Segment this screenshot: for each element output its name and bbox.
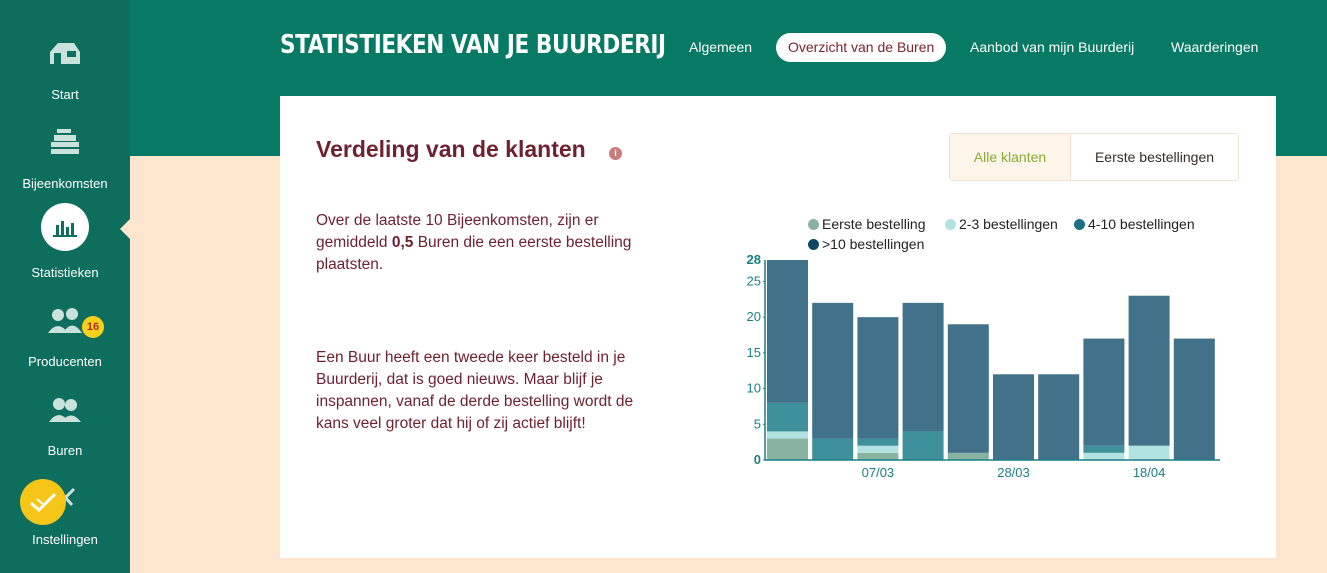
bar-chart-icon — [41, 203, 89, 251]
tab-waarderingen[interactable]: Waarderingen — [1159, 33, 1270, 62]
producers-icon — [41, 296, 89, 344]
bar-segment — [767, 431, 808, 439]
bar-segment — [1173, 338, 1215, 460]
bar-segment — [993, 374, 1034, 460]
toggle-eerste-bestellingen[interactable]: Eerste bestellingen — [1071, 134, 1238, 180]
tab-overzicht-van-de-buren[interactable]: Overzicht van de Buren — [776, 33, 947, 62]
legend-swatch — [1074, 218, 1085, 230]
sidebar-item-label: Start — [51, 87, 79, 102]
y-tick-label: 20 — [747, 309, 761, 324]
y-tick-label: 15 — [747, 345, 761, 360]
bar-segment — [857, 317, 899, 439]
legend-item: 4-10 bestellingen — [1074, 216, 1195, 232]
bar-segment — [947, 452, 989, 460]
bar-segment — [902, 431, 944, 460]
sidebar-item-label: Buren — [47, 443, 83, 458]
bar-segment — [1128, 445, 1170, 460]
bar-segment — [857, 438, 899, 446]
legend-label: 2-3 bestellingen — [959, 216, 1058, 232]
sidebar-item-label: Producenten — [28, 354, 102, 369]
neighbours-icon — [41, 385, 89, 433]
farm-icon — [41, 29, 89, 77]
content-card: Verdeling van de klanten i Alle klanten … — [280, 96, 1276, 558]
bar-segment — [947, 324, 989, 453]
section-title: Verdeling van de klanten — [316, 136, 586, 162]
x-tick-label: 18/04 — [1133, 465, 1166, 480]
x-tick-label: 07/03 — [862, 465, 895, 480]
advice-text: Een Buur heeft een tweede keer besteld i… — [316, 349, 634, 432]
bar-segment — [1128, 295, 1170, 446]
customer-distribution-chart: 07/03 28/03 18/04 0 5 10 15 20 25 28 — [747, 252, 1220, 480]
sidebar-item-producenten[interactable]: Producenten — [0, 284, 130, 373]
toggle-alle-klanten[interactable]: Alle klanten — [950, 134, 1071, 180]
bar-segment — [857, 445, 899, 453]
y-max-label: 28 — [747, 252, 761, 267]
tab-algemeen[interactable]: Algemeen — [677, 33, 764, 62]
bar-segment — [812, 302, 854, 439]
summary-highlight: 0,5 — [391, 234, 414, 251]
y-tick-label: 10 — [747, 381, 761, 396]
sidebar-item-buren[interactable]: Buren — [0, 373, 130, 462]
legend-swatch — [945, 218, 956, 230]
crates-icon — [41, 118, 89, 166]
sidebar-item-statistieken[interactable]: Statistieken — [0, 195, 130, 284]
bar-segment — [1083, 445, 1125, 453]
summary-text: Over de laatste 10 Bijeenkomsten, zijn e… — [316, 210, 661, 276]
sidebar-item-start[interactable]: Start — [0, 17, 130, 106]
y-tick-label: 5 — [754, 416, 761, 431]
active-pointer — [120, 218, 131, 240]
producers-count-badge: 16 — [82, 316, 104, 338]
checkmark-icon — [30, 492, 57, 513]
bar-segment — [1038, 374, 1080, 460]
bar-segment — [902, 302, 944, 432]
sidebar-item-label: Statistieken — [31, 265, 99, 280]
legend-label: Eerste bestelling — [822, 216, 926, 232]
legend-label: 4-10 bestellingen — [1088, 216, 1195, 232]
bar-segment — [767, 438, 808, 460]
x-tick-label: 28/03 — [997, 465, 1030, 480]
sidebar-item-label: Instellingen — [32, 532, 98, 547]
bar-segment — [857, 452, 899, 460]
customer-filter-toggle: Alle klanten Eerste bestellingen — [949, 133, 1239, 181]
bar-segment — [1083, 338, 1125, 446]
legend-item: Eerste bestelling — [808, 216, 926, 232]
sidebar-item-bijeenkomsten[interactable]: Bijeenkomsten — [0, 106, 130, 195]
legend-item: 2-3 bestellingen — [945, 216, 1058, 232]
sidebar-item-label: Bijeenkomsten — [22, 176, 108, 191]
page-title: STATISTIEKEN VAN JE BUURDERIJ — [280, 30, 666, 60]
y-tick-label: 0 — [754, 452, 761, 467]
bar-segment — [1083, 452, 1125, 460]
y-tick-label: 25 — [747, 273, 761, 288]
help-button[interactable] — [20, 479, 66, 525]
legend-swatch — [808, 218, 819, 230]
info-icon[interactable]: i — [609, 147, 622, 160]
bar-segment — [767, 402, 808, 432]
bar-segment — [767, 260, 808, 403]
bar-segment — [812, 438, 854, 460]
tab-aanbod-van-mijn-buurderij[interactable]: Aanbod van mijn Buurderij — [958, 33, 1146, 62]
sidebar: Start Bijeenkomsten Statistieken Produce… — [0, 0, 131, 573]
